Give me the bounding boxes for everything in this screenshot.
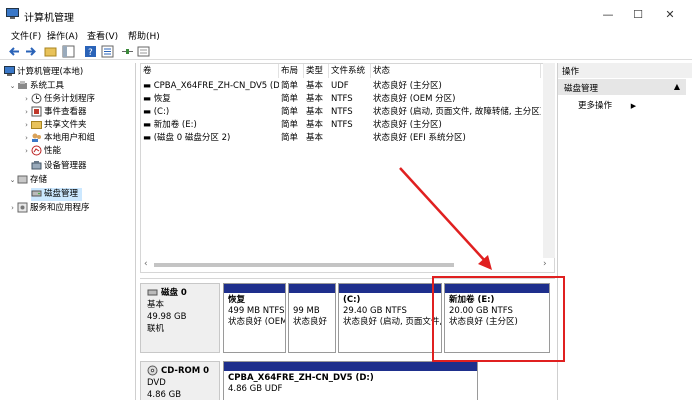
annotation-arrow-line [399,167,487,263]
annotation-highlight-box [432,276,565,362]
annotation-overlay [399,167,492,270]
